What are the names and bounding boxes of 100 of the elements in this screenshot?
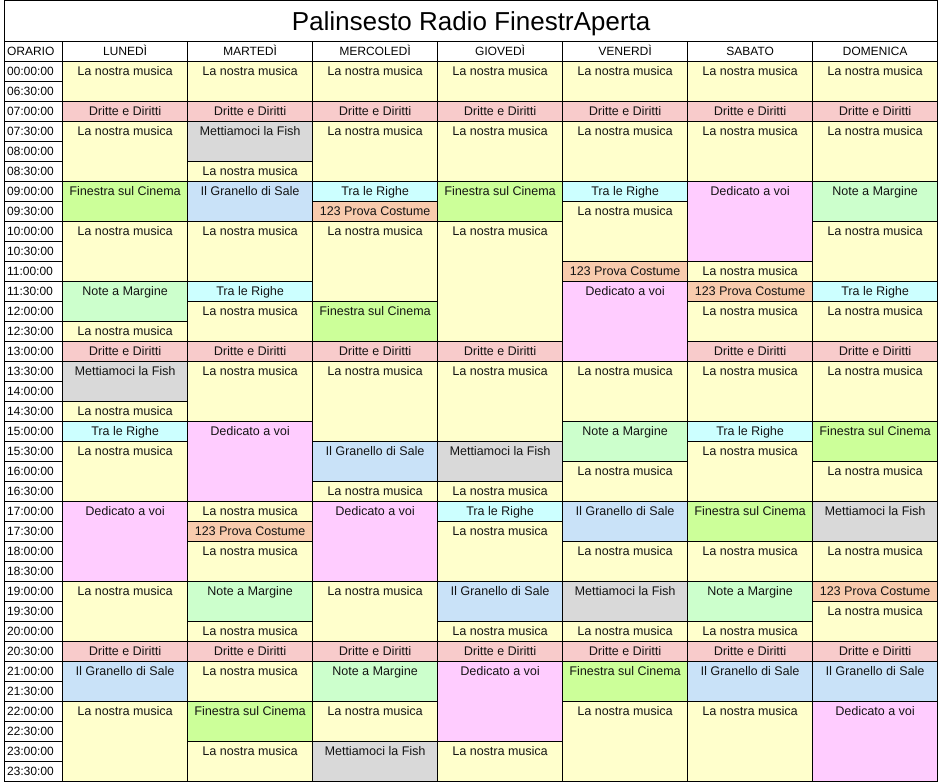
program-cell: Mettiamoci la Fish — [813, 502, 937, 521]
program-cell: La nostra musica — [313, 122, 437, 141]
time-cell: 16:30:00 — [5, 482, 62, 501]
time-cell: 08:00:00 — [5, 142, 62, 161]
time-cell: 22:30:00 — [5, 722, 62, 741]
program-cell: La nostra musica — [813, 362, 937, 381]
program-cell: Il Granello di Sale — [63, 662, 187, 681]
time-cell: 11:00:00 — [5, 262, 62, 281]
program-cell: Tra le Righe — [63, 422, 187, 441]
program-cell: Dritte e Diritti — [188, 102, 312, 121]
program-cell: La nostra musica — [813, 462, 937, 481]
program-cell: Tra le Righe — [688, 422, 812, 441]
time-cell: 12:00:00 — [5, 302, 62, 321]
program-cell: La nostra musica — [688, 542, 812, 561]
time-cell: 19:00:00 — [5, 582, 62, 601]
time-cell: 09:00:00 — [5, 182, 62, 201]
program-cell: La nostra musica — [188, 302, 312, 321]
time-cell: 21:30:00 — [5, 682, 62, 701]
program-cell: Mettiamoci la Fish — [63, 362, 187, 381]
program-cell: La nostra musica — [63, 702, 187, 721]
program-cell: Tra le Righe — [813, 282, 937, 301]
program-cell: Dedicato a voi — [813, 702, 937, 721]
program-cell: La nostra musica — [438, 222, 562, 241]
column-header: GIOVEDÌ — [438, 42, 562, 61]
program-cell: Dritte e Diritti — [563, 102, 687, 121]
program-cell: Note a Margine — [688, 582, 812, 601]
program-cell: Il Granello di Sale — [563, 502, 687, 521]
program-cell: Dritte e Diritti — [438, 102, 562, 121]
program-cell: Finestra sul Cinema — [313, 302, 437, 321]
program-cell: Dritte e Diritti — [813, 342, 937, 361]
time-cell: 07:30:00 — [5, 122, 62, 141]
program-cell: Finestra sul Cinema — [188, 702, 312, 721]
program-cell: 123 Prova Costume — [313, 202, 437, 221]
column-header: MERCOLEDÌ — [313, 42, 437, 61]
program-cell: La nostra musica — [813, 602, 937, 621]
program-cell: Dritte e Diritti — [813, 642, 937, 661]
program-cell: Tra le Righe — [563, 182, 687, 201]
program-cell: Dedicato a voi — [438, 662, 562, 681]
program-cell: Note a Margine — [188, 582, 312, 601]
time-cell: 13:30:00 — [5, 362, 62, 381]
time-cell: 10:00:00 — [5, 222, 62, 241]
program-cell: Note a Margine — [813, 182, 937, 201]
program-cell: Finestra sul Cinema — [813, 422, 937, 441]
time-cell: 15:30:00 — [5, 442, 62, 461]
program-cell: La nostra musica — [438, 62, 562, 81]
time-cell: 13:00:00 — [5, 342, 62, 361]
program-cell: Dedicato a voi — [313, 502, 437, 521]
program-cell: Dritte e Diritti — [688, 342, 812, 361]
program-cell: 123 Prova Costume — [563, 262, 687, 281]
time-cell: 21:00:00 — [5, 662, 62, 681]
program-cell: La nostra musica — [63, 402, 187, 421]
time-cell: 17:30:00 — [5, 522, 62, 541]
program-cell: Mettiamoci la Fish — [563, 582, 687, 601]
program-cell: La nostra musica — [813, 222, 937, 241]
program-cell: La nostra musica — [313, 62, 437, 81]
column-header: LUNEDÌ — [63, 42, 187, 61]
program-cell: Tra le Righe — [188, 282, 312, 301]
time-cell: 16:00:00 — [5, 462, 62, 481]
program-cell: La nostra musica — [313, 582, 437, 601]
program-cell: Dedicato a voi — [188, 422, 312, 441]
time-cell: 14:30:00 — [5, 402, 62, 421]
program-cell: 123 Prova Costume — [188, 522, 312, 541]
program-cell: La nostra musica — [813, 302, 937, 321]
program-cell: La nostra musica — [188, 542, 312, 561]
program-cell: La nostra musica — [63, 222, 187, 241]
program-cell: La nostra musica — [563, 62, 687, 81]
program-cell: La nostra musica — [313, 482, 437, 501]
program-cell: La nostra musica — [63, 582, 187, 601]
time-cell: 11:30:00 — [5, 282, 62, 301]
program-cell: Dedicato a voi — [563, 282, 687, 301]
program-cell: Dritte e Diritti — [813, 102, 937, 121]
time-cell: 14:00:00 — [5, 382, 62, 401]
program-cell: La nostra musica — [688, 262, 812, 281]
program-cell: Mettiamoci la Fish — [188, 122, 312, 141]
program-cell: Dritte e Diritti — [688, 642, 812, 661]
program-cell: La nostra musica — [63, 322, 187, 341]
program-cell: La nostra musica — [313, 362, 437, 381]
program-cell: Finestra sul Cinema — [438, 182, 562, 201]
program-cell: La nostra musica — [438, 522, 562, 541]
program-cell: La nostra musica — [813, 122, 937, 141]
program-cell: La nostra musica — [313, 222, 437, 241]
program-cell: Dedicato a voi — [688, 182, 812, 201]
program-cell: La nostra musica — [438, 122, 562, 141]
program-cell: Mettiamoci la Fish — [313, 742, 437, 761]
time-cell: 06:30:00 — [5, 82, 62, 101]
program-cell: Dritte e Diritti — [688, 102, 812, 121]
program-cell: La nostra musica — [688, 702, 812, 721]
program-cell: Note a Margine — [63, 282, 187, 301]
program-cell: Finestra sul Cinema — [563, 662, 687, 681]
time-cell: 20:30:00 — [5, 642, 62, 661]
program-cell: 123 Prova Costume — [688, 282, 812, 301]
program-cell: La nostra musica — [188, 62, 312, 81]
program-cell: La nostra musica — [438, 742, 562, 761]
program-cell: La nostra musica — [563, 362, 687, 381]
program-cell: La nostra musica — [563, 202, 687, 221]
program-cell: La nostra musica — [438, 482, 562, 501]
program-cell: Il Granello di Sale — [313, 442, 437, 461]
program-cell: Dritte e Diritti — [63, 102, 187, 121]
time-cell: 22:00:00 — [5, 702, 62, 721]
program-cell: La nostra musica — [563, 702, 687, 721]
